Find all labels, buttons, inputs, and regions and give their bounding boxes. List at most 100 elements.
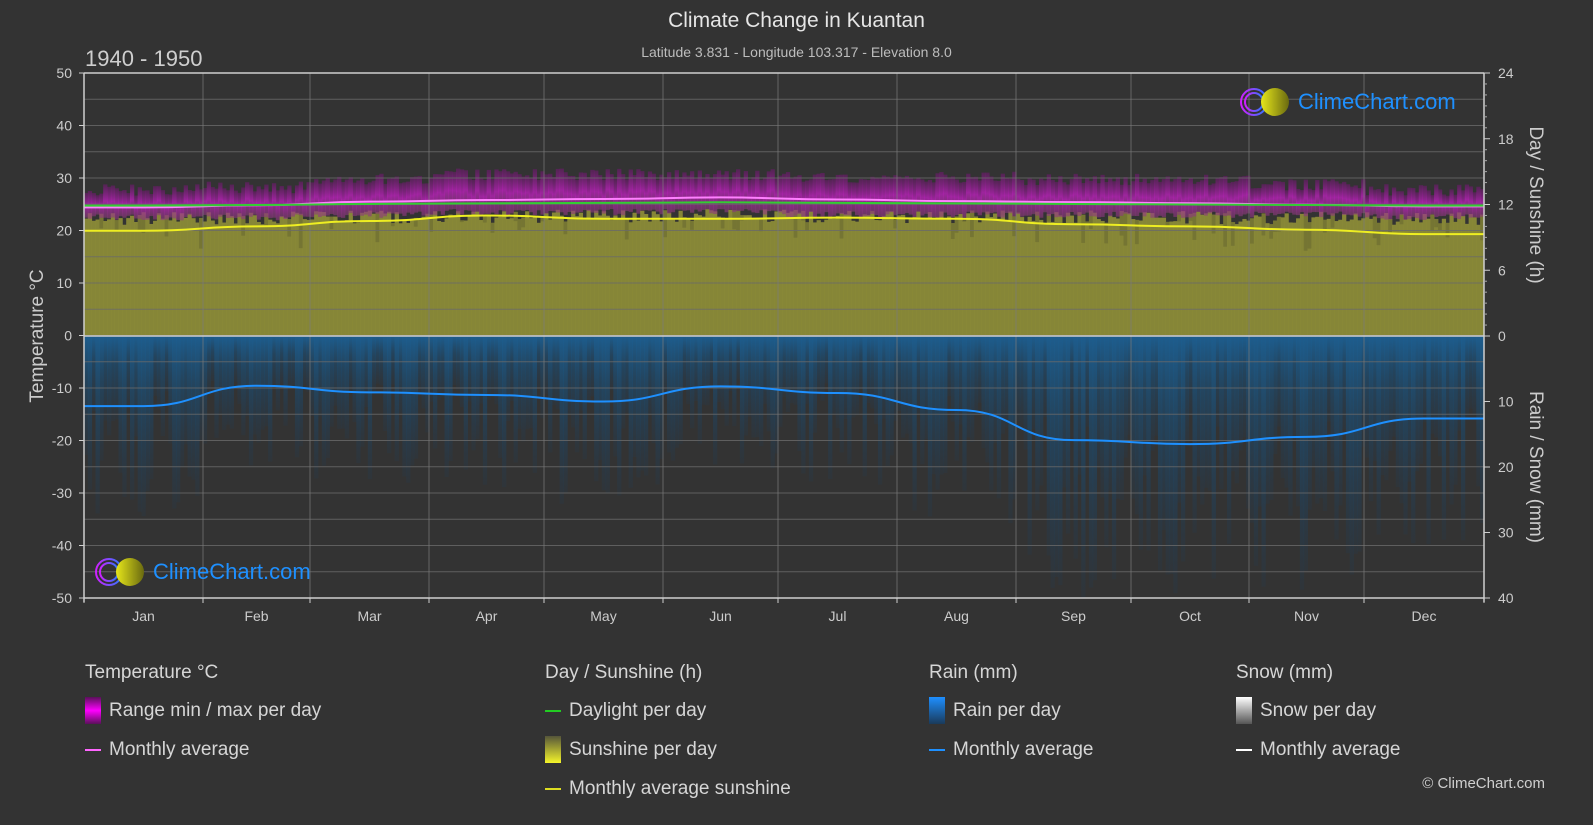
sunshine-shade <box>690 220 695 230</box>
sunshine-bar <box>233 223 238 336</box>
rain-bar <box>433 336 438 449</box>
rain-bar <box>1065 336 1071 534</box>
sunshine-bar <box>329 216 334 336</box>
temp-range-bar <box>1407 187 1412 220</box>
sunshine-bar <box>214 224 219 336</box>
sunshine-bar <box>260 224 265 336</box>
sunshine-bar <box>160 218 165 336</box>
rain-bar <box>521 336 526 442</box>
temp-avg-swatch <box>85 748 101 751</box>
rain-bar <box>1054 336 1059 577</box>
sunshine-bar <box>440 221 445 336</box>
rain-bar <box>168 336 173 444</box>
rain-bar <box>985 336 990 463</box>
temp-range-bar <box>1169 181 1174 214</box>
rain-bar <box>218 336 223 415</box>
rain-bar <box>1092 336 1098 581</box>
temp-range-bar <box>713 174 718 215</box>
temp-range-bar <box>843 174 848 216</box>
sunshine-swatch <box>545 736 561 763</box>
rain-bar <box>1004 336 1009 428</box>
rain-bar <box>333 336 338 406</box>
temp-range-bar <box>874 177 879 216</box>
rain-bar <box>525 336 530 430</box>
temp-range-bar <box>881 175 887 218</box>
sunshine-bar <box>1330 213 1335 336</box>
temp-range-bar <box>1326 181 1331 215</box>
sunshine-bar <box>103 221 108 336</box>
sunshine-bar <box>958 214 963 336</box>
sunshine-bar <box>1414 213 1420 336</box>
sunshine-bar <box>977 222 982 336</box>
temp-range-bar <box>693 178 699 210</box>
rain-bar <box>977 336 982 403</box>
sunshine-bar <box>130 215 135 336</box>
rain-bar <box>1204 336 1209 488</box>
legend-label: Sunshine per day <box>569 738 717 760</box>
temp-range-bar <box>390 177 396 214</box>
rain-bar <box>655 336 660 485</box>
rain-bar <box>897 336 902 411</box>
legend-label: Monthly average <box>109 738 250 760</box>
temp-range-bar <box>1227 182 1232 216</box>
legend-label: Rain per day <box>953 699 1061 721</box>
sunshine-bar <box>1150 213 1155 336</box>
legend-item-daylight: Daylight per day <box>545 698 791 723</box>
rain-bar <box>1434 336 1439 438</box>
legend-sunshine: Day / Sunshine (h) Daylight per day Suns… <box>545 662 791 815</box>
temp-range-bar <box>1104 181 1109 214</box>
right-bottom-tick-label: 10 <box>1498 394 1514 410</box>
sunshine-bar <box>697 215 702 336</box>
sunshine-bar <box>1046 214 1051 336</box>
temp-range-bar <box>1357 188 1362 217</box>
temp-range-bar <box>1411 188 1416 218</box>
sunshine-bar <box>417 219 422 336</box>
temp-range-bar <box>1023 184 1028 216</box>
month-label: Oct <box>1179 608 1201 624</box>
sunshine-bar <box>1388 218 1393 336</box>
rain-bar <box>479 336 484 404</box>
logo-bottom-left[interactable]: ClimeChart.com <box>93 556 311 588</box>
sunshine-bar <box>647 221 653 336</box>
rain-bar <box>1184 336 1190 446</box>
rain-bar <box>644 336 649 476</box>
sunshine-bar <box>1357 220 1362 336</box>
sunshine-bar <box>360 212 365 336</box>
temp-range-bar <box>1123 177 1128 214</box>
temp-range-bar <box>912 179 917 217</box>
temp-range-bar <box>759 179 764 211</box>
temp-range-bar <box>586 177 591 211</box>
rain-bar <box>1192 336 1197 533</box>
temp-range-bar <box>1050 179 1055 215</box>
sunshine-bar <box>1445 222 1450 336</box>
sunshine-bar <box>590 219 595 336</box>
temp-range-bar <box>617 168 622 214</box>
sunshine-bar <box>1242 218 1247 336</box>
sunshine-shade <box>1261 213 1266 236</box>
rain-bar <box>920 336 925 465</box>
logo-top-right[interactable]: ClimeChart.com <box>1238 86 1456 118</box>
temp-range-bar <box>1204 174 1209 216</box>
rain-bar <box>206 336 211 393</box>
temp-range-bar <box>920 179 925 216</box>
temp-range-bar <box>574 179 580 213</box>
temp-range-bar <box>551 177 557 212</box>
temp-range-bar <box>360 178 365 216</box>
rain-bar <box>202 336 208 444</box>
temp-range-bar <box>479 178 484 215</box>
temp-range-bar <box>1188 177 1193 218</box>
temp-range-bar <box>866 180 871 216</box>
sunshine-bar <box>1391 224 1397 336</box>
sunshine-bar <box>114 220 119 336</box>
sunshine-bar <box>993 213 998 336</box>
legend-snow: Snow (mm) Snow per day Monthly average <box>1236 662 1400 776</box>
temp-range-bar <box>739 177 745 211</box>
rain-bar <box>943 336 948 473</box>
rain-bar <box>701 336 706 405</box>
temp-range-bar <box>954 179 959 216</box>
sunshine-bar <box>705 209 710 336</box>
rain-bar <box>110 336 116 421</box>
temp-range-bar <box>183 185 188 218</box>
sunshine-bar <box>632 212 637 336</box>
sunshine-bar <box>448 214 453 336</box>
